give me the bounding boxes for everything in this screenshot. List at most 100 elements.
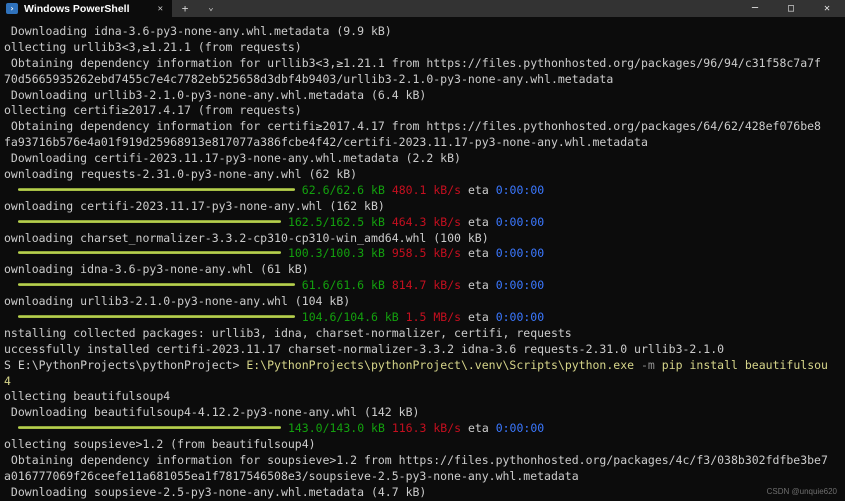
terminal-line: ollecting beautifulsoup4 — [4, 389, 845, 405]
terminal-line: ollecting certifi≥2017.4.17 (from reques… — [4, 103, 845, 119]
minimize-button[interactable]: ─ — [737, 0, 773, 17]
terminal-line: 143.0/143.0 kB 116.3 kB/s eta 0:00:00 — [4, 421, 845, 437]
terminal-text: eta — [461, 182, 496, 197]
terminal-text: pip install beautifulsou — [661, 357, 828, 372]
terminal-line: ownloading certifi-2023.11.17-py3-none-a… — [4, 199, 845, 215]
terminal-text: 0:00:00 — [495, 214, 545, 229]
terminal-line: Downloading beautifulsoup4-4.12.2-py3-no… — [4, 405, 845, 421]
terminal-text: S E:\PythonProjects\pythonProject> — [4, 357, 247, 372]
progress-bar — [17, 251, 281, 255]
terminal-text: Obtaining dependency information for url… — [4, 55, 821, 70]
terminal-text: 814.7 kB/s — [391, 278, 462, 293]
terminal-text: 1.5 MB/s — [405, 310, 462, 325]
terminal-text: 61.6/61.6 kB — [301, 278, 385, 293]
terminal-line: 4 — [4, 374, 845, 390]
terminal-line: Downloading idna-3.6-py3-none-any.whl.me… — [4, 24, 845, 40]
terminal-text: Downloading beautifulsoup4-4.12.2-py3-no… — [4, 405, 420, 420]
terminal-text: ownloading certifi-2023.11.17-py3-none-a… — [4, 198, 385, 213]
terminal-text: -m — [641, 357, 655, 372]
terminal-line: Downloading soupsieve-2.5-py3-none-any.w… — [4, 485, 845, 501]
terminal-text: Downloading soupsieve-2.5-py3-none-any.w… — [4, 484, 427, 499]
terminal-text: 464.3 kB/s — [391, 214, 462, 229]
terminal-text: nstalling collected packages: urllib3, i… — [4, 325, 572, 340]
terminal-text: 0:00:00 — [495, 182, 545, 197]
terminal-text: 116.3 kB/s — [391, 421, 462, 436]
terminal-line: fa93716b576e4a01f919d25968913e817077a386… — [4, 135, 845, 151]
terminal-text: ollecting beautifulsoup4 — [4, 389, 171, 404]
tab-dropdown-button[interactable]: ⌄ — [198, 0, 224, 17]
powershell-icon: › — [6, 3, 18, 14]
terminal-line: 70d5665935262ebd7455c7e4c7782eb525658d3d… — [4, 72, 845, 88]
terminal-output[interactable]: Downloading idna-3.6-py3-none-any.whl.me… — [0, 17, 845, 501]
terminal-text: 0:00:00 — [495, 246, 545, 261]
tab-windows-powershell[interactable]: › Windows PowerShell ✕ — [0, 0, 172, 17]
title-bar: › Windows PowerShell ✕ + ⌄ ─ □ ✕ — [0, 0, 845, 17]
progress-bar — [17, 187, 295, 191]
progress-bar — [17, 219, 281, 223]
terminal-text: ownloading charset_normalizer-3.3.2-cp31… — [4, 230, 489, 245]
terminal-line: 100.3/100.3 kB 958.5 kB/s eta 0:00:00 — [4, 246, 845, 262]
terminal-text: a016777069f26ceefe11a681055ea1f781754650… — [4, 468, 579, 483]
terminal-text: 143.0/143.0 kB — [287, 421, 385, 436]
terminal-line: uccessfully installed certifi-2023.11.17… — [4, 342, 845, 358]
new-tab-button[interactable]: + — [172, 0, 198, 17]
terminal-text: ollecting soupsieve>1.2 (from beautifuls… — [4, 437, 316, 452]
terminal-text: 162.5/162.5 kB — [287, 214, 385, 229]
terminal-line: ownloading charset_normalizer-3.3.2-cp31… — [4, 231, 845, 247]
tab-close-icon[interactable]: ✕ — [155, 4, 166, 14]
terminal-text: eta — [461, 421, 496, 436]
terminal-text: ownloading urllib3-2.1.0-py3-none-any.wh… — [4, 294, 351, 309]
terminal-text: ollecting urllib3<3,≥1.21.1 (from reques… — [4, 39, 302, 54]
terminal-line: ownloading requests-2.31.0-py3-none-any.… — [4, 167, 845, 183]
terminal-line: 104.6/104.6 kB 1.5 MB/s eta 0:00:00 — [4, 310, 845, 326]
progress-bar — [17, 426, 281, 430]
terminal-line: Obtaining dependency information for cer… — [4, 119, 845, 135]
terminal-line: S E:\PythonProjects\pythonProject> E:\Py… — [4, 358, 845, 374]
terminal-text: Obtaining dependency information for cer… — [4, 119, 821, 134]
terminal-text: Downloading urllib3-2.1.0-py3-none-any.w… — [4, 87, 427, 102]
terminal-text: eta — [461, 246, 496, 261]
terminal-text: 0:00:00 — [495, 310, 545, 325]
tab-title: Windows PowerShell — [24, 2, 130, 15]
terminal-text: 62.6/62.6 kB — [301, 182, 385, 197]
terminal-line: 62.6/62.6 kB 480.1 kB/s eta 0:00:00 — [4, 183, 845, 199]
watermark: CSDN @unquie620 — [766, 487, 837, 496]
terminal-text: Obtaining dependency information for sou… — [4, 453, 828, 468]
close-button[interactable]: ✕ — [809, 0, 845, 17]
terminal-text: E:\PythonProjects\pythonProject\.venv\Sc… — [246, 357, 635, 372]
terminal-text: 0:00:00 — [495, 278, 545, 293]
terminal-text: eta — [461, 310, 496, 325]
terminal-text: 0:00:00 — [495, 421, 545, 436]
terminal-line: Downloading certifi-2023.11.17-py3-none-… — [4, 151, 845, 167]
terminal-text: ownloading requests-2.31.0-py3-none-any.… — [4, 167, 358, 182]
terminal-text: eta — [461, 214, 496, 229]
terminal-text: 480.1 kB/s — [391, 182, 462, 197]
terminal-text: ownloading idna-3.6-py3-none-any.whl (61… — [4, 262, 309, 277]
terminal-text: uccessfully installed certifi-2023.11.17… — [4, 341, 725, 356]
terminal-text: ollecting certifi≥2017.4.17 (from reques… — [4, 103, 302, 118]
terminal-text: 104.6/104.6 kB — [301, 310, 399, 325]
maximize-button[interactable]: □ — [773, 0, 809, 17]
terminal-text: fa93716b576e4a01f919d25968913e817077a386… — [4, 135, 648, 150]
terminal-text: 100.3/100.3 kB — [287, 246, 385, 261]
terminal-text: Downloading idna-3.6-py3-none-any.whl.me… — [4, 24, 392, 38]
terminal-line: ownloading idna-3.6-py3-none-any.whl (61… — [4, 262, 845, 278]
terminal-text: Downloading certifi-2023.11.17-py3-none-… — [4, 151, 461, 166]
terminal-text: 958.5 kB/s — [391, 246, 462, 261]
terminal-line: Obtaining dependency information for url… — [4, 56, 845, 72]
terminal-line: nstalling collected packages: urllib3, i… — [4, 326, 845, 342]
